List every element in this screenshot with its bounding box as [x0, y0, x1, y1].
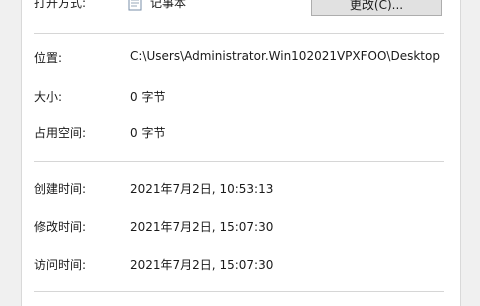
size-label: 大小: — [34, 90, 63, 104]
size-value: 0 字节 — [130, 90, 166, 104]
modified-value: 2021年7月2日, 15:07:30 — [130, 220, 274, 234]
accessed-value: 2021年7月2日, 15:07:30 — [130, 258, 274, 272]
location-value-clip[interactable]: C:\Users\Administrator.Win102021VPXFOO\D… — [130, 49, 448, 63]
open-with-app-name: 记事本 — [150, 0, 187, 10]
size-on-disk-value: 0 字节 — [130, 126, 166, 140]
location-label: 位置: — [34, 51, 63, 65]
location-value: C:\Users\Administrator.Win102021VPXFOO\D… — [130, 49, 440, 63]
modified-label: 修改时间: — [34, 220, 87, 234]
separator — [34, 33, 444, 34]
accessed-label: 访问时间: — [34, 258, 87, 272]
separator — [34, 291, 444, 292]
change-button[interactable]: 更改(C)... — [311, 0, 442, 16]
open-with-label: 打开方式: — [34, 0, 87, 10]
size-on-disk-label: 占用空间: — [34, 126, 87, 140]
separator — [34, 161, 444, 162]
file-properties-dialog: 打开方式: 记事本 更改(C)... 位置: C:\Users\Administ… — [0, 0, 480, 306]
created-label: 创建时间: — [34, 182, 87, 196]
change-button-label: 更改(C)... — [349, 0, 404, 12]
created-value: 2021年7月2日, 10:53:13 — [130, 182, 274, 196]
notepad-icon — [128, 0, 144, 11]
